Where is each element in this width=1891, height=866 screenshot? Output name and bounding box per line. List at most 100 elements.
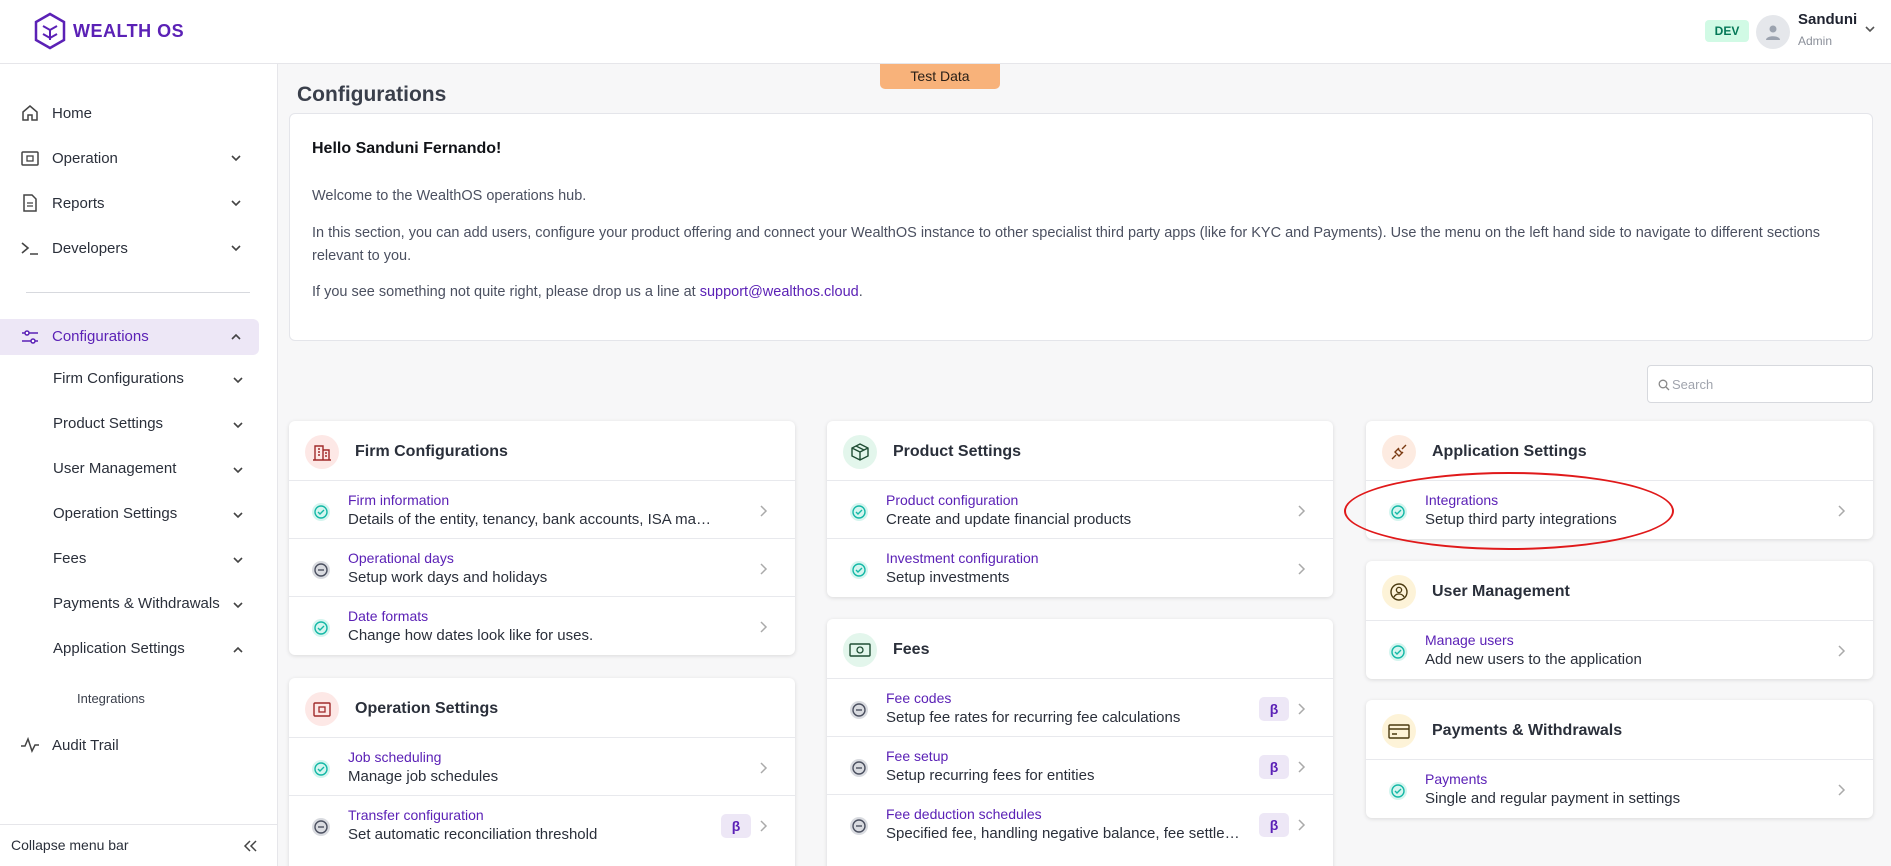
row-fee-deduction-schedules[interactable]: Fee deduction schedules Specified fee, h…	[827, 795, 1333, 853]
sidebar-divider	[26, 292, 250, 293]
search-box[interactable]	[1647, 365, 1873, 403]
sidebar-item-label: Developers	[52, 239, 128, 257]
sidebar-item-home[interactable]: Home	[0, 94, 278, 132]
row-title: Date formats	[348, 608, 429, 624]
sidebar-subitem-payments-withdrawals[interactable]: Payments & Withdrawals	[0, 585, 278, 623]
card-payments-withdrawals: Payments & Withdrawals Payments Single a…	[1366, 700, 1873, 818]
app-logo[interactable]: WEALTH OS	[33, 12, 184, 50]
row-product-configuration[interactable]: Product configuration Create and update …	[827, 481, 1333, 539]
search-icon	[1658, 379, 1670, 391]
card-application-settings: Application Settings Integrations Setup …	[1366, 421, 1873, 539]
row-description: Change how dates look like for uses.	[348, 627, 594, 644]
check-circle-icon	[312, 619, 330, 637]
logo-text: WEALTH OS	[73, 20, 185, 41]
row-transfer-configuration[interactable]: Transfer configuration Set automatic rec…	[289, 796, 795, 854]
row-description: Add new users to the application	[1425, 651, 1642, 668]
check-circle-icon	[850, 503, 868, 521]
check-circle-icon	[1389, 503, 1407, 521]
row-title: Transfer configuration	[348, 807, 484, 823]
beta-badge: β	[1259, 697, 1289, 721]
operation-icon	[21, 151, 39, 166]
support-email-link[interactable]: support@wealthos.cloud	[700, 284, 859, 300]
card-header: Product Settings	[827, 421, 1333, 481]
sidebar-item-developers[interactable]: Developers	[0, 229, 278, 267]
sidebar-subitem-label: Fees	[53, 550, 87, 567]
row-payments[interactable]: Payments Single and regular payment in s…	[1366, 760, 1873, 818]
row-description: Manage job schedules	[348, 768, 499, 785]
top-header: WEALTH OS DEV Sanduni Admin	[0, 0, 1891, 64]
row-description: Set automatic reconciliation threshold	[348, 826, 598, 843]
user-menu-chevron-down-icon[interactable]	[1863, 22, 1877, 36]
welcome-line-1: Welcome to the WealthOS operations hub.	[312, 188, 587, 204]
chevron-right-icon	[1298, 505, 1306, 517]
sidebar-subitem-integrations[interactable]: Integrations	[77, 691, 145, 706]
row-title: Product configuration	[886, 492, 1019, 508]
card-header: Application Settings	[1366, 421, 1873, 481]
card-title: Firm Configurations	[355, 443, 508, 460]
chevron-right-icon	[1298, 819, 1306, 831]
chevron-down-icon	[233, 557, 243, 564]
chevron-down-icon	[233, 512, 243, 519]
check-circle-icon	[312, 503, 330, 521]
row-job-scheduling[interactable]: Job scheduling Manage job schedules	[289, 738, 795, 796]
card-user-management: User Management Manage users Add new use…	[1366, 561, 1873, 679]
avatar[interactable]	[1756, 15, 1790, 49]
card-title: Fees	[893, 641, 930, 658]
sidebar-item-reports[interactable]: Reports	[0, 184, 278, 222]
minus-circle-icon	[312, 818, 330, 836]
row-investment-configuration[interactable]: Investment configuration Setup investmen…	[827, 539, 1333, 597]
chevron-down-icon	[231, 245, 241, 252]
row-manage-users[interactable]: Manage users Add new users to the applic…	[1366, 621, 1873, 679]
check-circle-icon	[312, 760, 330, 778]
row-firm-information[interactable]: Firm information Details of the entity, …	[289, 481, 795, 539]
chevron-down-icon	[231, 200, 241, 207]
row-description: Setup recurring fees for entities	[886, 767, 1095, 784]
minus-circle-icon	[850, 701, 868, 719]
row-integrations[interactable]: Integrations Setup third party integrati…	[1366, 481, 1873, 539]
check-circle-icon	[1389, 782, 1407, 800]
test-data-badge: Test Data	[880, 64, 1000, 89]
row-operational-days[interactable]: Operational days Setup work days and hol…	[289, 539, 795, 597]
sidebar-item-label: Audit Trail	[52, 736, 119, 754]
chevron-right-icon	[760, 762, 768, 774]
sidebar-subitem-user-management[interactable]: User Management	[0, 450, 278, 488]
chevron-right-icon	[1838, 505, 1846, 517]
row-title: Operational days	[348, 550, 454, 566]
sidebar-subitem-fees[interactable]: Fees	[0, 540, 278, 578]
minus-circle-icon	[850, 759, 868, 777]
sidebar-subitem-label: Operation Settings	[53, 505, 178, 522]
user-name: Sanduni	[1798, 11, 1858, 28]
sliders-icon	[22, 330, 38, 344]
row-title: Firm information	[348, 492, 450, 508]
chevron-down-icon	[233, 467, 243, 474]
row-fee-codes[interactable]: Fee codes Setup fee rates for recurring …	[827, 679, 1333, 737]
collapse-menu-button[interactable]: Collapse menu bar	[0, 824, 278, 866]
chevron-right-icon	[1298, 761, 1306, 773]
activity-icon	[21, 736, 39, 753]
search-input[interactable]	[1672, 374, 1862, 394]
chevron-right-icon	[1298, 703, 1306, 715]
sidebar-item-operation[interactable]: Operation	[0, 139, 278, 177]
row-date-formats[interactable]: Date formats Change how dates look like …	[289, 597, 795, 655]
row-description: Setup third party integrations	[1425, 511, 1617, 528]
sidebar-subitem-application-settings[interactable]: Application Settings	[0, 630, 278, 668]
row-description: Setup fee rates for recurring fee calcul…	[886, 709, 1181, 726]
check-circle-icon	[1389, 643, 1407, 661]
chevron-right-icon	[760, 621, 768, 633]
sidebar-subitem-operation-settings[interactable]: Operation Settings	[0, 495, 278, 533]
sidebar-subitem-firm-configurations[interactable]: Firm Configurations	[0, 360, 278, 398]
chevron-right-icon	[760, 820, 768, 832]
row-title: Fee codes	[886, 690, 952, 706]
card-operation-settings: Operation Settings Job scheduling Manage…	[289, 678, 795, 866]
sidebar-item-audit-trail[interactable]: Audit Trail	[0, 726, 278, 764]
row-fee-setup[interactable]: Fee setup Setup recurring fees for entit…	[827, 737, 1333, 795]
reports-icon	[23, 194, 37, 212]
environment-badge: DEV	[1705, 20, 1749, 42]
welcome-line-3: If you see something not quite right, pl…	[312, 281, 863, 304]
row-description: Create and update financial products	[886, 511, 1132, 528]
welcome-card: Hello Sanduni Fernando! Welcome to the W…	[289, 113, 1873, 341]
sidebar-item-label: Configurations	[52, 328, 149, 345]
sidebar-subitem-product-settings[interactable]: Product Settings	[0, 405, 278, 443]
check-circle-icon	[850, 561, 868, 579]
sidebar-item-configurations[interactable]: Configurations	[0, 319, 259, 355]
